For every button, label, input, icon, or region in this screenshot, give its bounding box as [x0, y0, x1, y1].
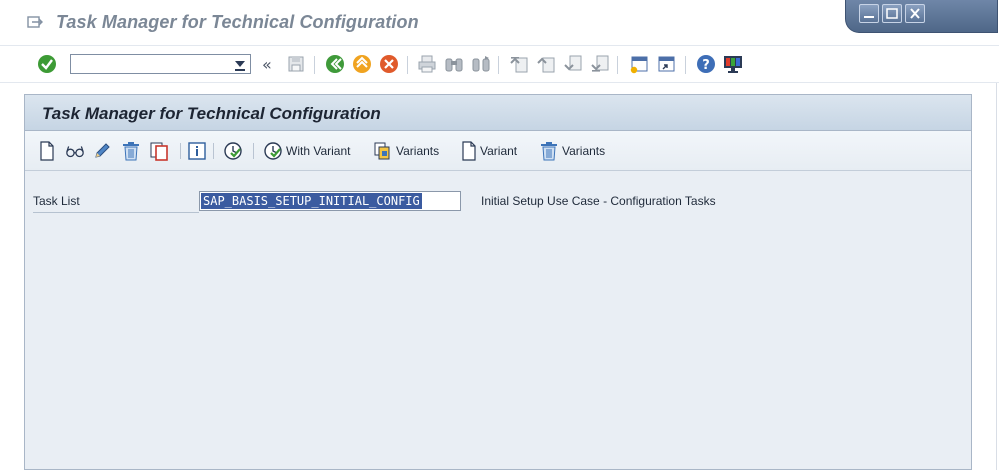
- variants-label: Variants: [396, 144, 440, 158]
- separator: [180, 143, 181, 159]
- delete-variants-button[interactable]: Variants: [539, 140, 605, 162]
- execute-icon[interactable]: [223, 141, 243, 161]
- previous-page-icon[interactable]: [535, 53, 557, 75]
- get-variants-button[interactable]: Variants: [373, 140, 439, 162]
- separator: [407, 56, 408, 74]
- page-title: Task Manager for Technical Configuration: [42, 104, 381, 123]
- execute-with-variant-button[interactable]: With Variant: [263, 140, 350, 162]
- with-variant-label: With Variant: [286, 144, 351, 158]
- shortcut-icon[interactable]: [655, 53, 677, 75]
- chevron-down-icon[interactable]: [235, 61, 245, 67]
- task-list-description: Initial Setup Use Case - Configuration T…: [481, 194, 716, 208]
- variant-button[interactable]: Variant: [461, 140, 517, 162]
- command-field[interactable]: [70, 54, 251, 74]
- create-icon[interactable]: [37, 141, 57, 161]
- trash-icon: [539, 141, 559, 161]
- collapse-toolbar-icon[interactable]: «: [262, 55, 272, 74]
- chevron-underline: [235, 69, 245, 71]
- sap-gui-window: Task Manager for Technical Configuration…: [0, 0, 999, 470]
- execute-variant-icon: [263, 141, 283, 161]
- variant-label: Variant: [480, 144, 518, 158]
- standard-toolbar: « ?: [0, 45, 999, 83]
- display-icon[interactable]: [65, 141, 85, 161]
- find-next-icon[interactable]: [470, 53, 492, 75]
- change-icon[interactable]: [92, 141, 112, 161]
- variant-document-icon: [461, 141, 477, 161]
- print-icon[interactable]: [416, 53, 438, 75]
- minimize-button[interactable]: [859, 4, 879, 23]
- task-list-field[interactable]: SAP_BASIS_SETUP_INITIAL_CONFIG: [199, 191, 461, 211]
- separator: [253, 143, 254, 159]
- system-menu-icon[interactable]: [26, 14, 44, 30]
- separator: [617, 56, 618, 74]
- exit-icon[interactable]: [351, 53, 373, 75]
- help-icon[interactable]: ?: [695, 53, 717, 75]
- next-page-icon[interactable]: [562, 53, 584, 75]
- cancel-icon[interactable]: [378, 53, 400, 75]
- task-list-label: Task List: [33, 194, 199, 213]
- customize-layout-icon[interactable]: [722, 53, 744, 75]
- content-area: Task Manager for Technical Configuration: [0, 83, 999, 470]
- enter-icon[interactable]: [36, 53, 58, 75]
- separator: [213, 143, 214, 159]
- window-controls: [845, 0, 998, 33]
- find-icon[interactable]: [443, 53, 465, 75]
- panel-header: Task Manager for Technical Configuration: [25, 95, 971, 131]
- window-edge: [996, 83, 997, 470]
- information-icon[interactable]: [187, 141, 207, 161]
- close-button[interactable]: [905, 4, 925, 23]
- save-icon[interactable]: [285, 53, 307, 75]
- task-list-row: Task List SAP_BASIS_SETUP_INITIAL_CONFIG…: [31, 190, 971, 214]
- title-bar: Task Manager for Technical Configuration: [0, 0, 999, 45]
- back-icon[interactable]: [324, 53, 346, 75]
- create-session-icon[interactable]: [628, 53, 650, 75]
- separator: [314, 56, 315, 74]
- svg-text:?: ?: [702, 58, 710, 73]
- last-page-icon[interactable]: [589, 53, 611, 75]
- maximize-button[interactable]: [882, 4, 902, 23]
- variants-icon: [373, 141, 393, 161]
- task-list-value: SAP_BASIS_SETUP_INITIAL_CONFIG: [201, 193, 422, 209]
- window-title: Task Manager for Technical Configuration: [56, 12, 419, 32]
- delete-icon[interactable]: [121, 141, 141, 161]
- application-toolbar: With Variant Variants Variant Variants: [25, 131, 971, 171]
- main-panel: Task Manager for Technical Configuration: [24, 94, 972, 470]
- copy-icon[interactable]: [149, 141, 169, 161]
- separator: [498, 56, 499, 74]
- separator: [685, 56, 686, 74]
- variants-label: Variants: [562, 144, 606, 158]
- first-page-icon[interactable]: [508, 53, 530, 75]
